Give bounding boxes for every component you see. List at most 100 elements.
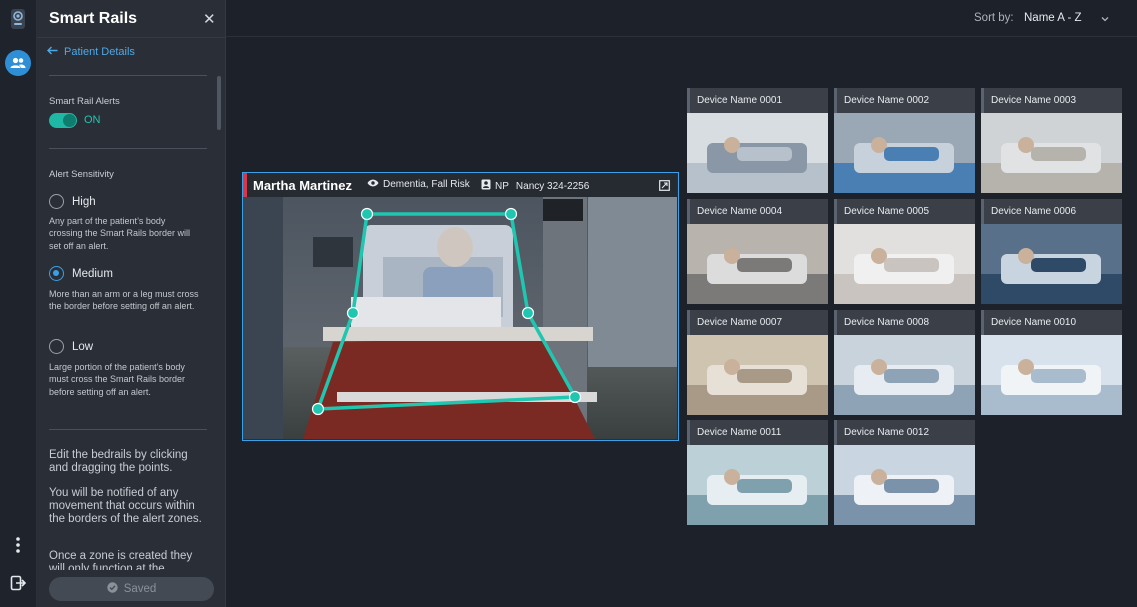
device-name: Device Name 0001 [697, 95, 783, 106]
check-circle-icon [106, 582, 118, 596]
device-name: Device Name 0005 [844, 206, 930, 217]
device-tile-header: Device Name 0002 [834, 88, 975, 113]
device-name: Device Name 0002 [844, 95, 930, 106]
device-tile[interactable]: Device Name 0011 [687, 420, 828, 525]
more-options-icon[interactable] [5, 532, 31, 558]
device-camera-thumbnail [981, 224, 1122, 304]
divider [49, 148, 207, 149]
smart-rails-panel: Smart Rails ✕ Patient Details Smart Rail… [37, 0, 226, 607]
device-camera-thumbnail [834, 335, 975, 415]
saved-button[interactable]: Saved [49, 577, 214, 601]
device-tile[interactable]: Device Name 0005 [834, 199, 975, 304]
radio-high-description: Any part of the patient’s body crossing … [49, 216, 191, 251]
device-tile-header: Device Name 0010 [981, 310, 1122, 335]
device-name: Device Name 0006 [991, 206, 1077, 217]
device-name: Device Name 0008 [844, 317, 930, 328]
patients-icon[interactable] [5, 50, 31, 76]
alerts-toggle-state: ON [84, 114, 101, 126]
assigned-nurse: NP Nancy 324-2256 [481, 179, 589, 193]
back-to-patient-details-link[interactable]: Patient Details [47, 46, 135, 58]
device-tile[interactable]: Device Name 0002 [834, 88, 975, 193]
panel-title: Smart Rails [49, 10, 138, 27]
device-camera-thumbnail [687, 335, 828, 415]
device-tile-header: Device Name 0008 [834, 310, 975, 335]
patient-video-feed[interactable] [243, 197, 677, 439]
device-tile-header: Device Name 0006 [981, 199, 1122, 224]
device-name: Device Name 0011 [697, 427, 782, 438]
device-tile[interactable]: Device Name 0007 [687, 310, 828, 415]
chevron-down-icon[interactable] [1100, 11, 1110, 29]
arrow-left-icon [47, 46, 58, 58]
camera-logo-icon[interactable] [5, 6, 31, 32]
zone-point-handle[interactable] [504, 207, 518, 221]
back-link-label: Patient Details [64, 46, 135, 58]
radio-low-description: Large portion of the patient’s body must… [49, 362, 186, 397]
device-tile-header: Device Name 0011 [687, 420, 828, 445]
np-label: NP [495, 180, 509, 192]
badge-icon [481, 179, 491, 193]
selected-patient-feed[interactable]: Martha Martinez Dementia, Fall Risk NP N… [242, 172, 679, 441]
bedrail-zone-overlay[interactable] [243, 197, 677, 439]
device-name: Device Name 0007 [697, 317, 783, 328]
info-edit-bedrails: Edit the bedrails by clicking and draggi… [49, 449, 188, 474]
radio-medium-description: More than an arm or a leg must cross the… [49, 289, 199, 312]
panel-scrollbar[interactable] [217, 76, 221, 130]
zone-point-handle[interactable] [346, 306, 360, 320]
nurse-text: Nancy 324-2256 [515, 180, 590, 192]
expand-icon[interactable] [659, 178, 670, 196]
device-tile[interactable]: Device Name 0004 [687, 199, 828, 304]
alert-sensitivity-label: Alert Sensitivity [49, 169, 114, 180]
info-notifications: You will be notified of any movement tha… [49, 487, 202, 525]
device-tile[interactable]: Device Name 0006 [981, 199, 1122, 304]
device-tile-header: Device Name 0005 [834, 199, 975, 224]
device-camera-thumbnail [834, 224, 975, 304]
radio-high[interactable] [49, 194, 64, 209]
close-icon[interactable]: ✕ [203, 10, 216, 28]
toggle-knob [63, 114, 76, 127]
device-name: Device Name 0004 [697, 206, 783, 217]
divider [49, 429, 207, 430]
device-tile-header: Device Name 0003 [981, 88, 1122, 113]
logout-icon[interactable] [5, 570, 31, 596]
sort-select[interactable]: Name A - Z [1024, 12, 1082, 24]
device-camera-thumbnail [834, 113, 975, 193]
radio-low[interactable] [49, 339, 64, 354]
device-tile[interactable]: Device Name 0001 [687, 88, 828, 193]
zone-point-handle[interactable] [311, 402, 325, 416]
sensitivity-medium-option[interactable]: Medium [49, 266, 113, 281]
zone-point-handle[interactable] [521, 306, 535, 320]
device-camera-thumbnail [981, 113, 1122, 193]
feed-header: Martha Martinez Dementia, Fall Risk NP N… [243, 173, 677, 197]
device-tile[interactable]: Device Name 0010 [981, 310, 1122, 415]
saved-button-label: Saved [123, 583, 157, 595]
device-name: Device Name 0012 [844, 427, 930, 438]
device-tile[interactable]: Device Name 0012 [834, 420, 975, 525]
zone-point-handle[interactable] [568, 390, 582, 404]
patient-conditions: Dementia, Fall Risk [367, 179, 470, 190]
eye-icon [367, 179, 379, 190]
sort-label: Sort by: [974, 12, 1014, 24]
conditions-text: Dementia, Fall Risk [383, 179, 470, 190]
device-tile[interactable]: Device Name 0008 [834, 310, 975, 415]
top-bar: Sort by: Name A - Z [226, 0, 1137, 37]
device-tile[interactable]: Device Name 0003 [981, 88, 1122, 193]
saved-footer: Saved [37, 570, 225, 607]
app-root: Smart Rails ✕ Patient Details Smart Rail… [0, 0, 1137, 607]
divider [49, 75, 207, 76]
radio-high-label: High [72, 195, 96, 208]
device-camera-thumbnail [687, 445, 828, 525]
device-tile-header: Device Name 0007 [687, 310, 828, 335]
zone-point-handle[interactable] [360, 207, 374, 221]
device-name: Device Name 0003 [991, 95, 1077, 106]
header-divider [37, 37, 225, 38]
sensitivity-high-option[interactable]: High [49, 194, 96, 209]
device-tile-header: Device Name 0004 [687, 199, 828, 224]
device-tile-header: Device Name 0001 [687, 88, 828, 113]
radio-medium[interactable] [49, 266, 64, 281]
alerts-toggle[interactable] [49, 113, 77, 128]
patient-name: Martha Martinez [253, 178, 352, 193]
nav-rail [0, 0, 37, 607]
device-camera-thumbnail [834, 445, 975, 525]
sensitivity-low-option[interactable]: Low [49, 339, 93, 354]
smart-rail-alerts-label: Smart Rail Alerts [49, 96, 120, 107]
